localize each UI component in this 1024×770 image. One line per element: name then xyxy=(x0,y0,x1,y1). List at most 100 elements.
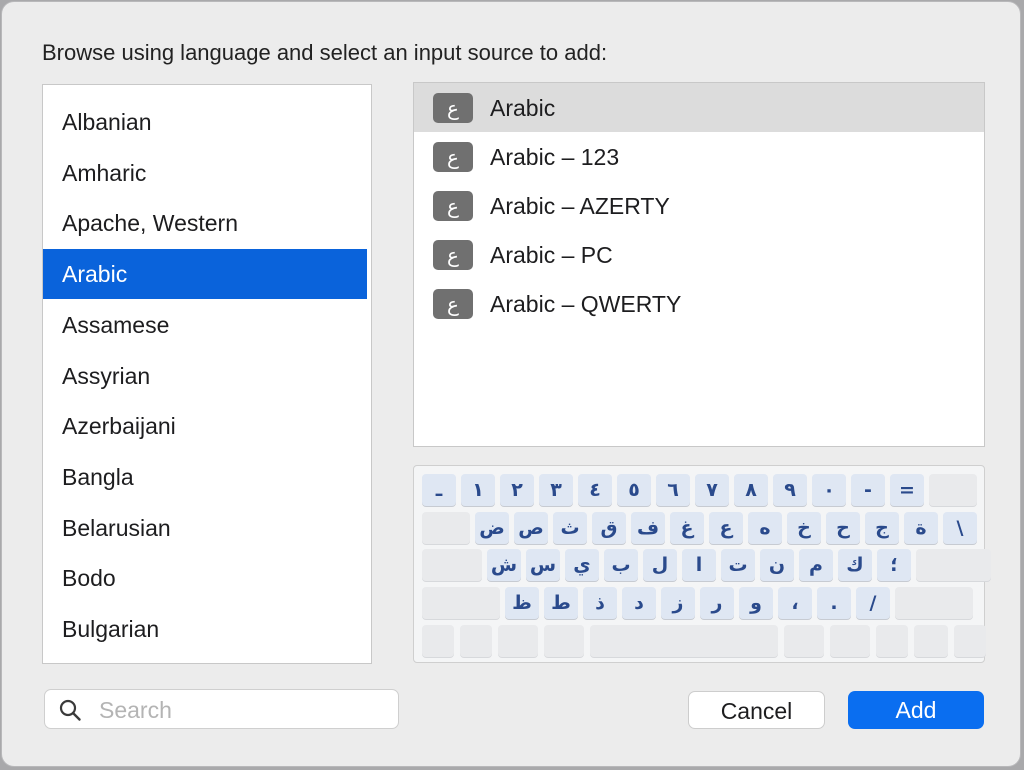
keyboard-key: ق xyxy=(592,512,626,544)
keyboard-key: ج xyxy=(865,512,899,544)
keyboard-key: ة xyxy=(904,512,938,544)
keyboard-key: ث xyxy=(553,512,587,544)
input-source-item[interactable]: ع Arabic – AZERTY xyxy=(414,181,984,230)
language-item[interactable]: Bangla xyxy=(43,452,367,502)
keyboard-key: ـ xyxy=(422,474,456,506)
language-item[interactable]: Assamese xyxy=(43,300,367,350)
keyboard-key: . xyxy=(817,587,851,619)
keyboard-key-blank xyxy=(460,625,492,657)
arabic-script-icon: ع xyxy=(433,191,473,221)
keyboard-key: د xyxy=(622,587,656,619)
keyboard-key: ز xyxy=(661,587,695,619)
keyboard-key-blank xyxy=(498,625,538,657)
keyboard-key: - xyxy=(851,474,885,506)
input-source-item[interactable]: ع Arabic – PC xyxy=(414,230,984,279)
language-item[interactable]: Albanian xyxy=(43,97,367,147)
language-item[interactable]: Bodo xyxy=(43,553,367,603)
input-source-label: Arabic – QWERTY xyxy=(490,291,682,317)
arabic-script-icon: ع xyxy=(433,93,473,123)
keyboard-key: ٠ xyxy=(812,474,846,506)
keyboard-key: ، xyxy=(778,587,812,619)
keyboard-key: ت xyxy=(721,549,755,581)
search-icon xyxy=(58,698,82,727)
language-item[interactable]: Bulgarian xyxy=(43,604,367,654)
language-item[interactable]: Assyrian xyxy=(43,351,367,401)
dialog-prompt: Browse using language and select an inpu… xyxy=(42,40,608,65)
keyboard-key: ب xyxy=(604,549,638,581)
keyboard-key: ٤ xyxy=(578,474,612,506)
keyboard-key: غ xyxy=(670,512,704,544)
input-source-list[interactable]: ع Arabic ع Arabic – 123 ع Arabic – AZERTY ع Ara… xyxy=(413,82,985,447)
keyboard-key-blank xyxy=(590,625,778,657)
arabic-script-icon: ع xyxy=(433,142,473,172)
keyboard-key-blank xyxy=(914,625,948,657)
language-item[interactable]: Amharic xyxy=(43,148,367,198)
input-source-label: Arabic – 123 xyxy=(490,144,620,170)
keyboard-key: ٨ xyxy=(734,474,768,506)
cancel-button[interactable]: Cancel xyxy=(688,691,825,729)
keyboard-key: ص xyxy=(514,512,548,544)
keyboard-key: ذ xyxy=(583,587,617,619)
keyboard-key: = xyxy=(890,474,924,506)
keyboard-key: ه xyxy=(748,512,782,544)
keyboard-key-blank xyxy=(830,625,870,657)
keyboard-key: ض xyxy=(475,512,509,544)
keyboard-key: ظ xyxy=(505,587,539,619)
keyboard-key: ن xyxy=(760,549,794,581)
language-list[interactable]: Bulgarian Bodo Belarusian Bangla Azerbaijani… xyxy=(42,84,372,664)
keyboard-key-blank xyxy=(422,549,482,581)
keyboard-key: ا xyxy=(682,549,716,581)
keyboard-key-blank xyxy=(895,587,973,619)
language-item[interactable]: Belarusian xyxy=(43,503,367,553)
keyboard-key: ٦ xyxy=(656,474,690,506)
keyboard-key: ٧ xyxy=(695,474,729,506)
keyboard-key: ١ xyxy=(461,474,495,506)
keyboard-key: ك xyxy=(838,549,872,581)
arabic-script-icon: ع xyxy=(433,289,473,319)
keyboard-key: ٣ xyxy=(539,474,573,506)
keyboard-key: ش xyxy=(487,549,521,581)
arabic-script-icon: ع xyxy=(433,240,473,270)
keyboard-key: خ xyxy=(787,512,821,544)
keyboard-key: س xyxy=(526,549,560,581)
keyboard-key: ف xyxy=(631,512,665,544)
keyboard-key-blank xyxy=(954,625,986,657)
keyboard-key: و xyxy=(739,587,773,619)
language-item[interactable]: Arabic xyxy=(43,249,367,300)
keyboard-key: ي xyxy=(565,549,599,581)
keyboard-key: ر xyxy=(700,587,734,619)
keyboard-key: ٥ xyxy=(617,474,651,506)
keyboard-key-blank xyxy=(422,512,470,544)
search-input[interactable] xyxy=(97,696,391,724)
scroll-track xyxy=(371,85,372,663)
keyboard-key-blank xyxy=(916,549,991,581)
input-source-label: Arabic – AZERTY xyxy=(490,193,670,219)
keyboard-key: ل xyxy=(643,549,677,581)
keyboard-key-blank xyxy=(876,625,908,657)
keyboard-key-blank xyxy=(422,625,454,657)
keyboard-key-blank xyxy=(544,625,584,657)
keyboard-key: ط xyxy=(544,587,578,619)
keyboard-key: ح xyxy=(826,512,860,544)
add-button[interactable]: Add xyxy=(848,691,984,729)
add-input-source-dialog: Browse using language and select an inpu… xyxy=(2,2,1020,766)
keyboard-key: ٢ xyxy=(500,474,534,506)
keyboard-key: / xyxy=(856,587,890,619)
input-source-label: Arabic xyxy=(490,95,556,121)
input-source-item[interactable]: ع Arabic – 123 xyxy=(414,132,984,181)
input-source-item[interactable]: ع Arabic – QWERTY xyxy=(414,279,984,328)
language-item[interactable]: Azerbaijani xyxy=(43,401,367,451)
keyboard-key: \ xyxy=(943,512,977,544)
keyboard-preview: ـ ١ ٢ ٣ ٤ ٥ ٦ ٧ ٨ ٩ ٠- = ض ص ث ق ف غ ع ه خ ح ج ة \ ش س ي ب ل ا ت ن م ك ؛ ظ ط ذ… xyxy=(413,465,991,663)
search-field[interactable] xyxy=(44,689,399,729)
keyboard-key-blank xyxy=(784,625,824,657)
input-source-item[interactable]: ع Arabic xyxy=(414,83,984,132)
keyboard-key: ع xyxy=(709,512,743,544)
keyboard-key: ٩ xyxy=(773,474,807,506)
language-item[interactable]: Apache, Western xyxy=(43,198,367,248)
input-source-label: Arabic – PC xyxy=(490,242,613,268)
keyboard-key-blank xyxy=(422,587,500,619)
keyboard-key: م xyxy=(799,549,833,581)
keyboard-key: ؛ xyxy=(877,549,911,581)
keyboard-key-blank xyxy=(929,474,977,506)
